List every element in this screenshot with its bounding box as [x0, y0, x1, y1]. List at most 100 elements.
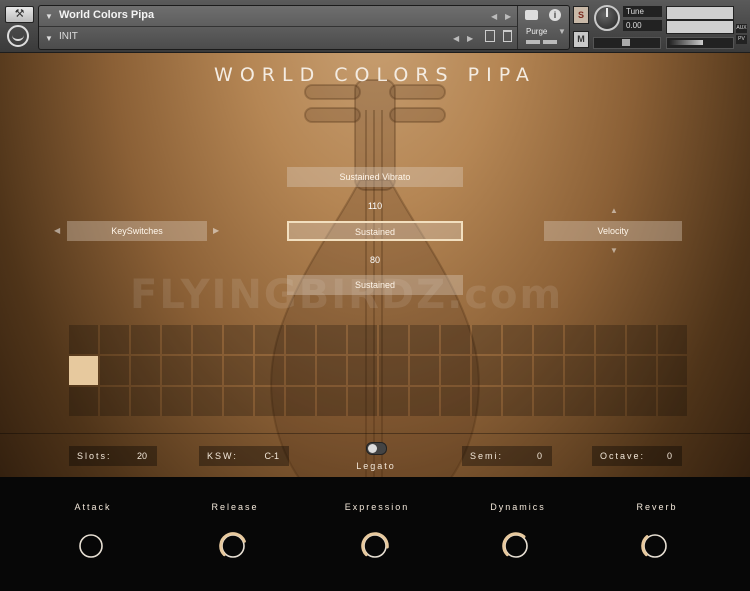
next-preset-icon[interactable]: ▶	[467, 34, 473, 43]
keyswitches-selector[interactable]: KeySwitches	[67, 221, 207, 241]
keyswitch-slot[interactable]	[69, 325, 98, 354]
keyswitch-slot[interactable]	[503, 387, 532, 416]
keyswitch-slot[interactable]	[627, 387, 656, 416]
keyswitch-slot[interactable]	[100, 325, 129, 354]
lower-velocity-value[interactable]: 80	[287, 255, 463, 265]
expression-knob[interactable]	[361, 532, 389, 560]
preset-name[interactable]: INIT	[59, 31, 78, 42]
keyswitch-slot[interactable]	[286, 325, 315, 354]
purge-arrow-icon[interactable]: ▼	[558, 27, 566, 36]
tune-knob[interactable]	[594, 5, 620, 31]
keyswitch-slot[interactable]	[379, 387, 408, 416]
semi-field[interactable]: Semi: 0	[462, 446, 552, 466]
instrument-name[interactable]: World Colors Pipa	[59, 9, 154, 21]
right-arrow-icon[interactable]: ▶	[213, 226, 219, 235]
keyswitch-slot[interactable]	[565, 387, 594, 416]
semi-value[interactable]: 0	[537, 451, 542, 461]
keyswitch-slot[interactable]	[255, 387, 284, 416]
keyswitch-slot[interactable]	[224, 356, 253, 385]
keyswitch-slot[interactable]	[224, 387, 253, 416]
keyswitch-slot[interactable]	[658, 325, 687, 354]
purge-dropdown[interactable]: Purge	[526, 27, 547, 36]
dynamics-knob[interactable]	[502, 532, 530, 560]
keyswitch-slot[interactable]	[441, 356, 470, 385]
keyswitch-slot[interactable]	[441, 325, 470, 354]
keyswitch-slot[interactable]	[534, 387, 563, 416]
delete-icon[interactable]	[503, 30, 512, 42]
keyswitch-slot[interactable]	[441, 387, 470, 416]
ksw-field[interactable]: KSW: C-1	[199, 446, 289, 466]
slots-field[interactable]: Slots: 20	[69, 446, 157, 466]
next-instrument-icon[interactable]: ▶	[505, 12, 511, 21]
keyswitch-slot[interactable]	[534, 325, 563, 354]
solo-button[interactable]: S	[573, 6, 589, 24]
keyswitch-slot[interactable]	[317, 387, 346, 416]
keyswitch-slot[interactable]	[348, 325, 377, 354]
keyswitch-slot[interactable]	[162, 387, 191, 416]
aux-button[interactable]: AUX	[736, 24, 747, 33]
keyswitch-slot[interactable]	[317, 356, 346, 385]
save-icon[interactable]	[485, 30, 495, 42]
keyswitch-slot[interactable]	[193, 325, 222, 354]
camera-icon[interactable]	[525, 10, 538, 20]
up-arrow-icon[interactable]: ▲	[610, 206, 618, 215]
keyswitch-slot[interactable]	[131, 356, 160, 385]
keyswitch-slot[interactable]	[131, 387, 160, 416]
keyswitch-slot[interactable]	[379, 325, 408, 354]
keyswitch-slot[interactable]	[472, 325, 501, 354]
keyswitch-slot[interactable]	[658, 356, 687, 385]
keyswitch-slot[interactable]	[596, 325, 625, 354]
keyswitch-slot[interactable]	[565, 325, 594, 354]
info-icon[interactable]: i	[549, 9, 561, 21]
slots-value[interactable]: 20	[137, 451, 147, 461]
octave-value[interactable]: 0	[667, 451, 672, 461]
upper-velocity-value[interactable]: 110	[287, 201, 463, 211]
volume-slider[interactable]	[666, 37, 734, 49]
pan-slider[interactable]	[593, 37, 661, 49]
keyswitch-slot[interactable]	[224, 325, 253, 354]
keyswitch-slot[interactable]	[565, 356, 594, 385]
keyswitch-slot[interactable]	[627, 325, 656, 354]
keyswitch-slot[interactable]	[627, 356, 656, 385]
keyswitch-slot[interactable]	[596, 356, 625, 385]
keyswitch-slot[interactable]	[379, 356, 408, 385]
velocity-selector[interactable]: Velocity	[544, 221, 682, 241]
keyswitch-slot[interactable]	[472, 387, 501, 416]
keyswitch-slot[interactable]	[348, 387, 377, 416]
keyswitch-slot[interactable]	[255, 356, 284, 385]
down-arrow-icon[interactable]: ▼	[610, 246, 618, 255]
wrench-icon[interactable]: ⚒	[5, 6, 34, 23]
keyswitch-slot[interactable]	[162, 325, 191, 354]
legato-toggle[interactable]	[366, 442, 387, 455]
release-knob[interactable]	[219, 532, 247, 560]
keyswitch-slot[interactable]	[286, 387, 315, 416]
keyswitch-slot[interactable]	[131, 325, 160, 354]
keyswitch-slot[interactable]	[503, 325, 532, 354]
articulation-bottom-button[interactable]: Sustained	[287, 275, 463, 295]
keyswitch-slot[interactable]	[410, 387, 439, 416]
keyswitch-slot[interactable]	[100, 387, 129, 416]
reverb-knob[interactable]	[641, 532, 669, 560]
prev-preset-icon[interactable]: ◀	[453, 34, 459, 43]
articulation-top-button[interactable]: Sustained Vibrato	[287, 167, 463, 187]
keyswitch-slot[interactable]	[193, 356, 222, 385]
keyswitch-slot[interactable]	[348, 356, 377, 385]
keyswitch-slot[interactable]	[286, 356, 315, 385]
prev-instrument-icon[interactable]: ◀	[491, 12, 497, 21]
dropdown-arrow-icon[interactable]: ▼	[45, 12, 53, 21]
tune-value[interactable]: 0.00	[623, 20, 662, 31]
keyswitch-slot[interactable]	[69, 356, 98, 385]
keyswitch-slot[interactable]	[100, 356, 129, 385]
ksw-value[interactable]: C-1	[264, 451, 279, 461]
dropdown-arrow-icon[interactable]: ▼	[45, 34, 53, 43]
mute-button[interactable]: M	[573, 31, 589, 48]
keyswitch-slot[interactable]	[162, 356, 191, 385]
keyswitch-slot[interactable]	[534, 356, 563, 385]
keyswitch-slot[interactable]	[472, 356, 501, 385]
keyswitch-slot[interactable]	[596, 387, 625, 416]
articulation-selected-button[interactable]: Sustained	[287, 221, 463, 241]
keyswitch-slot[interactable]	[503, 356, 532, 385]
attack-knob[interactable]	[77, 532, 105, 560]
pan-handle[interactable]	[622, 39, 630, 46]
octave-field[interactable]: Octave: 0	[592, 446, 682, 466]
